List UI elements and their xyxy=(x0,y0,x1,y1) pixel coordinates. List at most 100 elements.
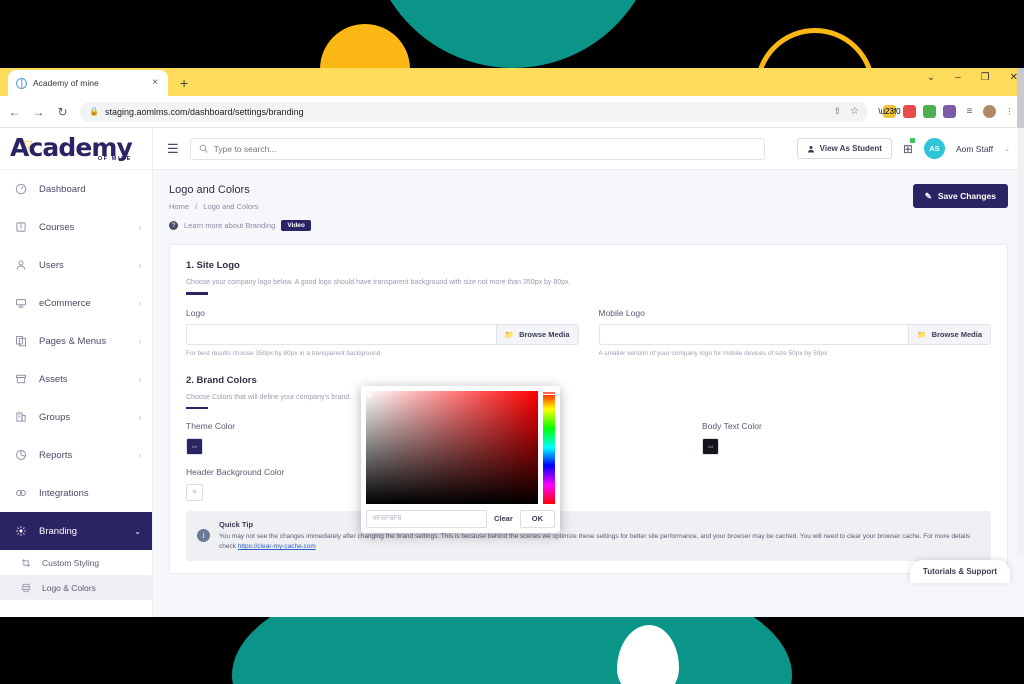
sidebar-item-integrations[interactable]: Integrations xyxy=(0,474,152,512)
video-badge[interactable]: Video xyxy=(281,220,311,231)
logo-label: Logo xyxy=(186,307,205,318)
color-swatch-cell: Body Text Color ∾ xyxy=(702,421,960,455)
sidebar-item-groups[interactable]: Groups › xyxy=(0,398,152,436)
share-icon[interactable]: ⇧ xyxy=(833,106,841,117)
browser-tab-strip: Academy of mine × + ⌄ – ❐ ✕ xyxy=(0,68,1024,96)
tutorials-support-button[interactable]: Tutorials & Support xyxy=(909,560,1010,583)
new-tab-button[interactable]: + xyxy=(180,75,188,91)
sidebar-subitem-logo-colors[interactable]: Logo & Colors xyxy=(0,575,152,600)
mobile-logo-browse-media-button[interactable]: 📁 Browse Media xyxy=(908,323,991,345)
forward-button[interactable]: → xyxy=(32,105,45,119)
breadcrumb-separator: / xyxy=(195,202,198,211)
sidebar-item-dashboard[interactable]: Dashboard xyxy=(0,170,152,208)
color-picker-controls: Clear OK xyxy=(366,504,555,528)
color-pick-mark: ∾ xyxy=(707,443,714,451)
logo-browse-media-button[interactable]: 📁 Browse Media xyxy=(495,323,579,345)
search-input[interactable] xyxy=(213,143,756,154)
chevron-down-icon[interactable]: ⌄ xyxy=(1004,145,1010,153)
puzzle-extension-icon[interactable] xyxy=(943,105,956,118)
chevron-icon: › xyxy=(138,374,141,384)
app-logo[interactable]: Academy ▽ OF MINE xyxy=(0,128,152,170)
brand-colors-row-2: Header Background Color×Menu Text Color× xyxy=(186,467,991,501)
back-button[interactable]: ← xyxy=(8,105,21,119)
avatar[interactable]: AS xyxy=(923,138,945,159)
sidebar-item-label: Assets xyxy=(39,373,68,385)
color-swatch-label: Body Text Color xyxy=(702,421,762,431)
hamburger-menu-icon[interactable]: ☰ xyxy=(167,141,179,157)
sidebar-item-ecommerce[interactable]: eCommerce › xyxy=(0,284,152,322)
bookmark-star-icon[interactable]: ☆ xyxy=(850,106,859,117)
color-picker-popup[interactable]: Clear OK xyxy=(361,386,560,533)
saturation-value-cursor[interactable] xyxy=(368,393,372,397)
reload-button[interactable]: ↻ xyxy=(56,105,69,119)
reading-list-icon[interactable]: ≡ xyxy=(963,105,976,118)
page-header: Logo and Colors Home / Logo and Colors ?… xyxy=(169,184,1008,231)
profile-avatar-icon[interactable] xyxy=(983,105,996,118)
logo-input[interactable] xyxy=(186,323,496,345)
url-text: staging.aomlms.com/dashboard/settings/br… xyxy=(104,106,304,117)
site-logo-section-title: 1. Site Logo xyxy=(186,260,240,271)
folder-icon: 📁 xyxy=(917,329,927,339)
gauge-icon xyxy=(14,182,28,196)
sidebar-item-users[interactable]: Users › xyxy=(0,246,152,284)
plug-icon xyxy=(14,486,28,500)
clock-extension-icon[interactable]: \u23f0 xyxy=(878,105,901,118)
browser-tab[interactable]: Academy of mine × xyxy=(8,70,168,96)
sidebar-item-reports[interactable]: Reports › xyxy=(0,436,152,474)
sidebar-item-label: Pages & Menus xyxy=(39,335,107,347)
user-name-label[interactable]: Aom Staff xyxy=(956,144,993,154)
sidebar-subitem-custom-styling[interactable]: Custom Styling xyxy=(0,550,152,575)
megaphone-extension-icon[interactable] xyxy=(903,105,916,118)
color-swatch-button[interactable]: ∾ xyxy=(186,438,203,455)
folder-icon: 📁 xyxy=(504,329,515,339)
hue-slider-cursor[interactable] xyxy=(542,391,556,395)
breadcrumb-home-link[interactable]: Home xyxy=(169,202,189,211)
sidebar-item-courses[interactable]: Courses › xyxy=(0,208,152,246)
mobile-logo-input[interactable] xyxy=(598,323,909,345)
shield-extension-icon[interactable] xyxy=(923,105,936,118)
saturation-value-area[interactable] xyxy=(366,391,538,504)
quick-tip-banner: i Quick Tip You may not see the changes … xyxy=(186,510,991,561)
address-bar[interactable]: 🔒 staging.aomlms.com/dashboard/settings/… xyxy=(80,101,868,122)
sidebar-items: Dashboard Courses › Users › eCommerce › Pages &… xyxy=(0,170,152,550)
color-swatch-button[interactable]: ∾ xyxy=(702,438,719,455)
quick-tip-body: You may not see the changes immediately … xyxy=(219,532,980,552)
mobile-browse-label: Browse Media xyxy=(931,329,982,339)
color-swatch-button[interactable]: × xyxy=(186,484,203,501)
sidebar-item-label: Integrations xyxy=(39,487,89,499)
vertical-scrollbar[interactable] xyxy=(1017,68,1024,557)
site-logo-section-description: Choose your company logo below. A good l… xyxy=(186,279,571,286)
close-icon[interactable]: × xyxy=(150,78,160,88)
maximize-button[interactable]: ❐ xyxy=(981,72,990,83)
section-underline xyxy=(186,406,208,409)
pages-icon xyxy=(14,334,28,348)
add-new-button[interactable]: ⊞ xyxy=(903,137,915,158)
lock-icon: 🔒 xyxy=(89,107,99,116)
minimize-button[interactable]: – xyxy=(955,72,961,83)
chevron-down-icon[interactable]: ⌄ xyxy=(927,72,935,83)
sidebar-item-label: Users xyxy=(39,259,64,271)
sidebar-item-assets[interactable]: Assets › xyxy=(0,360,152,398)
color-pick-mark: ∾ xyxy=(191,443,198,451)
browser-menu-icon[interactable]: ⋮ xyxy=(1003,105,1016,118)
info-icon: i xyxy=(197,529,210,543)
browser-window: Academy of mine × + ⌄ – ❐ ✕ ← → ↻ 🔒 stag… xyxy=(0,68,1024,617)
hue-slider[interactable] xyxy=(542,391,556,504)
hex-color-input[interactable] xyxy=(366,509,487,528)
view-as-student-button[interactable]: View As Student xyxy=(796,138,892,159)
logo-field: Logo 📁 Browse Media For best results cho… xyxy=(186,308,579,357)
notification-badge xyxy=(909,137,915,143)
clear-cache-link[interactable]: https://clear-my-cache.com xyxy=(238,543,316,550)
ok-color-button[interactable]: OK xyxy=(519,509,555,528)
help-icon: ? xyxy=(169,221,178,230)
window-controls: ⌄ – ❐ ✕ xyxy=(927,72,1018,83)
globe-favicon-icon xyxy=(16,77,27,89)
brand-colors-row-1: Theme Color∾Menu Background Color×Body T… xyxy=(186,421,991,455)
save-changes-button[interactable]: ✎ Save Changes xyxy=(912,184,1008,208)
learn-more-row[interactable]: ? Learn more about Branding Video xyxy=(169,220,311,231)
clear-color-button[interactable]: Clear xyxy=(494,514,513,523)
search-box[interactable] xyxy=(189,137,765,160)
sidebar-item-pages-menus[interactable]: Pages & Menus › xyxy=(0,322,152,360)
sidebar-sub-items: Custom Styling Logo & Colors xyxy=(0,550,152,600)
sidebar-item-branding[interactable]: Branding ⌄ xyxy=(0,512,152,550)
